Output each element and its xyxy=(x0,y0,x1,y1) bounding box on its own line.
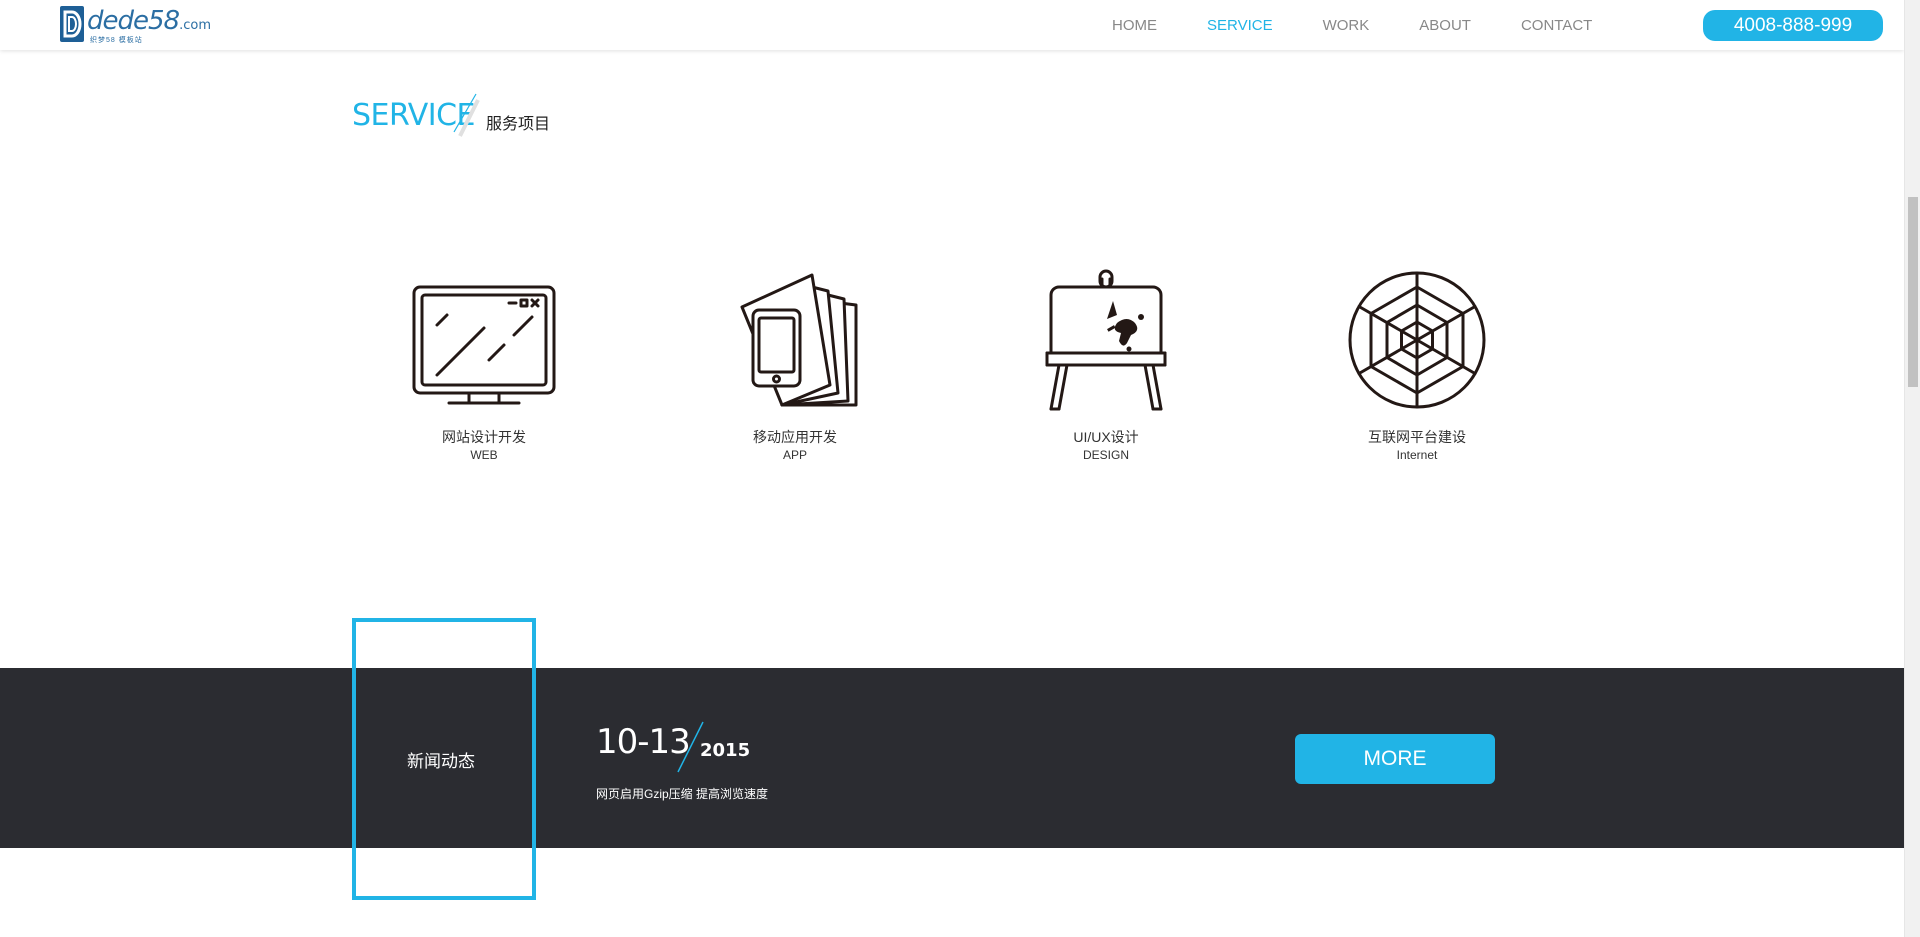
service-name-en: DESIGN xyxy=(1082,448,1129,462)
main-nav: HOME SERVICE WORK ABOUT CONTACT xyxy=(1112,0,1642,50)
scrollbar-thumb[interactable] xyxy=(1908,197,1918,387)
mobile-cards-icon xyxy=(740,273,858,407)
service-item-web[interactable]: 网站设计开发 WEB xyxy=(374,265,594,475)
service-name: 移动应用开发 xyxy=(753,429,837,445)
news-headline[interactable]: 网页启用Gzip压缩 提高浏览速度 xyxy=(596,785,768,802)
service-name-en: WEB xyxy=(470,448,498,462)
logo-mark-icon xyxy=(60,6,84,42)
news-section-title: 新闻动态 xyxy=(407,752,475,771)
phone-button[interactable]: 4008-888-999 xyxy=(1703,10,1883,41)
service-heading: SERVICE 服务项目 xyxy=(352,92,582,142)
service-item-app[interactable]: 移动应用开发 APP xyxy=(685,265,905,475)
monitor-icon xyxy=(412,285,556,405)
nav-service[interactable]: SERVICE xyxy=(1207,17,1273,34)
service-list: 网站设计开发 WEB 移动应用开发 APP UI/UX设计 DESIGN 互联网… xyxy=(0,265,1904,475)
site-header: dede58.com 织梦58 模板站 HOME SERVICE WORK AB… xyxy=(0,0,1904,50)
service-name-en: APP xyxy=(782,448,807,462)
logo-tagline: 织梦58 模板站 xyxy=(90,37,143,44)
site-logo[interactable]: dede58.com 织梦58 模板站 xyxy=(60,6,211,44)
service-title-cn: 服务项目 xyxy=(486,116,551,133)
heading-slash-icon xyxy=(453,93,480,137)
service-name-en: Internet xyxy=(1396,448,1438,462)
news-year: 2015 xyxy=(700,740,751,761)
service-item-design[interactable]: UI/UX设计 DESIGN xyxy=(996,265,1216,475)
easel-icon xyxy=(1045,269,1167,411)
nav-home[interactable]: HOME xyxy=(1112,17,1157,34)
nav-contact[interactable]: CONTACT xyxy=(1521,17,1592,34)
news-band xyxy=(0,668,1904,848)
service-name: 互联网平台建设 xyxy=(1368,429,1466,445)
more-button[interactable]: MORE xyxy=(1295,734,1495,784)
nav-about[interactable]: ABOUT xyxy=(1419,17,1471,34)
service-name: 网站设计开发 xyxy=(442,429,526,445)
web-icon xyxy=(1348,271,1486,409)
service-name: UI/UX设计 xyxy=(1073,429,1139,445)
nav-work[interactable]: WORK xyxy=(1323,17,1370,34)
page: dede58.com 织梦58 模板站 HOME SERVICE WORK AB… xyxy=(0,0,1904,937)
page-scrollbar[interactable] xyxy=(1904,0,1920,937)
logo-suffix: .com xyxy=(179,18,211,33)
service-item-internet[interactable]: 互联网平台建设 Internet xyxy=(1307,265,1527,475)
